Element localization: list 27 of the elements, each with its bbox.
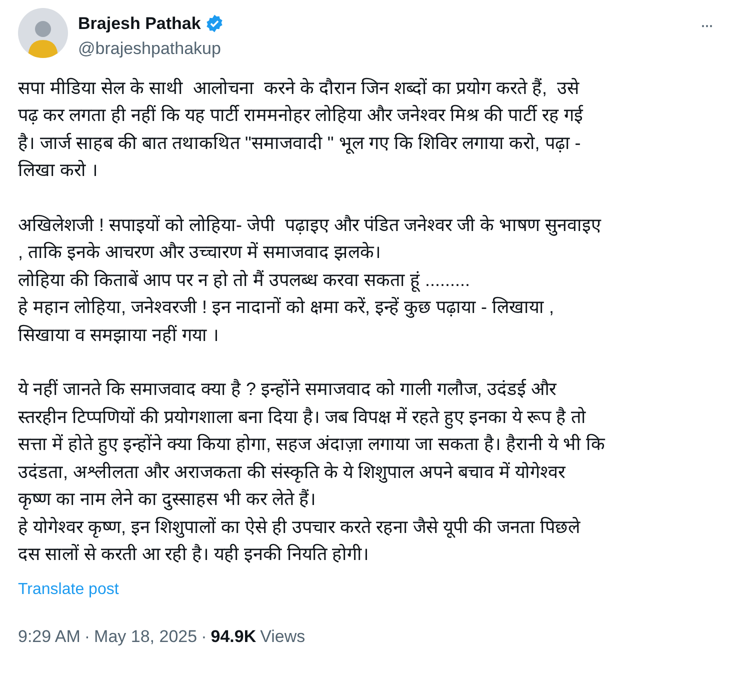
person-silhouette-icon [26,18,60,58]
more-button[interactable]: ··· [700,16,712,34]
avatar[interactable] [18,8,68,58]
separator-dot: · [84,626,90,648]
views-label: Views [260,626,306,648]
author-handle[interactable]: @brajeshpathakup [78,36,224,60]
post-text-line: दस सालों से करती आ रही है। यही इनकी नियति होगी। [18,542,370,566]
author-name[interactable]: Brajesh Pathak [78,11,201,36]
post-text-line: हे योगेश्वर कृष्ण, इन शिशुपालों का ऐसे ही उपचार करते रहना जैसे यूपी की जनता पिछले [18,516,580,540]
post-text-line: स्तरहीन टिप्पणियों की प्रयोगशाला बना दिया है। जब विपक्ष में रहते हुए इनका ये रूप है तो [18,404,586,431]
post-time[interactable]: 9:29 AM [18,624,80,649]
post-text-line: सिखाया व समझाया नहीं गया । [18,324,220,346]
post-text-line: ये नहीं जानते कि समाजवाद क्या है ? इन्होंने समाजवाद को गाली गलौज, उदंडई और [18,378,556,401]
post-text-line: लोहिया की किताबें आप पर न हो तो मैं उपलब्ध करवा सकता हूं ......... [18,266,470,294]
post-text-line: अखिलेशजी ! सपाइयों को लोहिया- जेपी पढ़ाइए और पंडित जनेश्वर जी के भाषण सुनवाइए [18,214,602,238]
post-text-line: सत्ता में होते हुए इन्होंने क्या किया होगा, सहज अंदाज़ा लगाया जा सकता है। हैरानी ये भी कि [18,432,606,458]
post-text-line: है। जार्ज साहब की बात तथाकथित "समाजवादी " भूल गए कि शिविर लगाया करो, पढ़ा - [18,132,581,156]
post-text-line: सपा मीडिया सेल के साथी आलोचना करने के दौरान जिन शब्दों का प्रयोग करते हैं, उसे [18,76,580,100]
separator-dot: · [201,626,207,648]
post-text-line: पढ़ कर लगता ही नहीं कि यह पार्टी राममनोहर लोहिया और जनेश्वर मिश्र की पार्टी रह गई [18,104,584,127]
post-text-line: , ताकि इनके आचरण और उच्चारण में समाजवाद झलके। [18,240,382,264]
views-count: 94.9K [210,626,256,648]
post-text-line: लिखा करो । [18,158,98,182]
post-date[interactable]: May 18, 2025 [94,624,198,649]
post-text-line: कृष्ण का नाम लेने का दुस्साहस भी कर लेते हैं। [18,488,316,512]
post-text-line: हे महान लोहिया, जनेश्वरजी ! इन नादानों को क्षमा करें, इन्हें कुछ पढ़ाया - लिखाया , [18,296,554,320]
post-text-line: उदंडता, अश्लीलता और अराजकता की संस्कृति के ये शिशुपाल अपने बचाव में योगेश्वर [18,460,566,485]
